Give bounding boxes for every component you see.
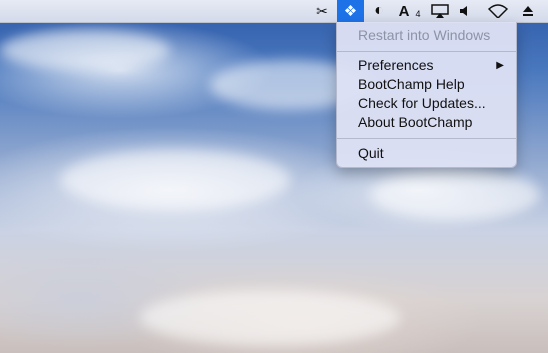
preferences-label: Preferences: [358, 57, 434, 73]
cloud-shape: [370, 170, 540, 220]
adobe-badge: 4: [415, 9, 421, 19]
submenu-arrow-icon: ▶: [496, 60, 504, 71]
eject-icon[interactable]: [520, 0, 536, 22]
check-for-updates-item[interactable]: Check for Updates...: [337, 94, 516, 113]
menu-separator: [337, 138, 516, 139]
bootchamp-help-item[interactable]: BootChamp Help: [337, 75, 516, 94]
wifi-icon[interactable]: [487, 0, 509, 22]
volume-icon[interactable]: [458, 0, 472, 22]
bootchamp-icon[interactable]: ❖: [337, 0, 364, 22]
yin-yang-icon[interactable]: ◐: [370, 0, 388, 22]
adobe-icon[interactable]: A: [396, 0, 412, 22]
cloud-shape: [140, 290, 400, 345]
about-bootchamp-item[interactable]: About BootChamp: [337, 113, 516, 132]
menu-bar: ✂ ❖ ◐ A 4: [0, 0, 548, 23]
cloud-shape: [60, 150, 290, 210]
bootchamp-menu: Restart into Windows Preferences ▶ BootC…: [336, 22, 517, 168]
quit-item[interactable]: Quit: [337, 144, 516, 163]
airplay-icon[interactable]: [430, 0, 450, 22]
preferences-item[interactable]: Preferences ▶: [337, 56, 516, 75]
restart-into-windows-item: Restart into Windows: [358, 27, 491, 43]
menu-separator: [337, 51, 516, 52]
cloud-shape: [0, 30, 170, 70]
scissors-icon[interactable]: ✂: [314, 0, 330, 22]
